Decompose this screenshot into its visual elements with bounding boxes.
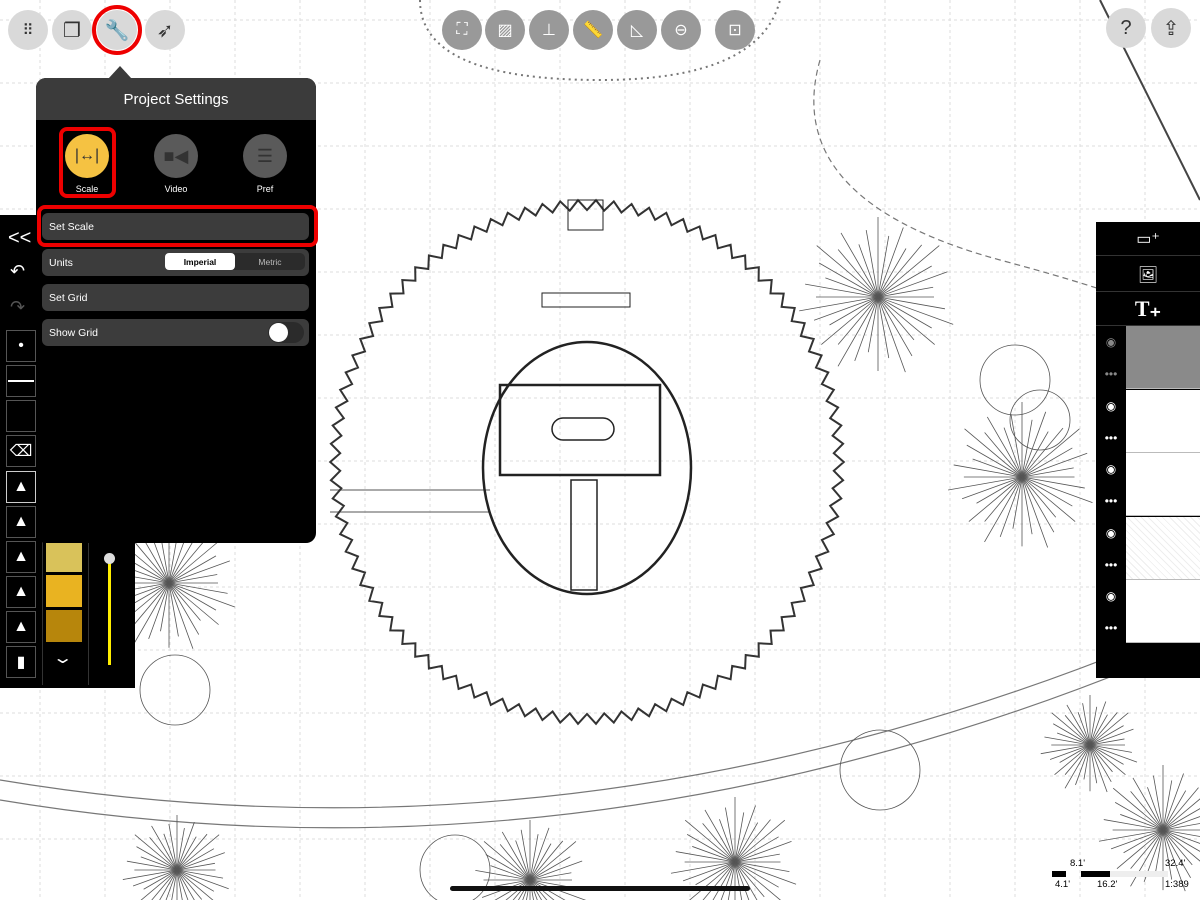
settings-highlight [92, 5, 142, 55]
eraser-icon[interactable]: ⌫ [6, 435, 36, 467]
undo-icon[interactable]: ↶ [10, 261, 25, 282]
set-square-button[interactable]: ◺ [617, 10, 657, 50]
axis-button[interactable]: ⊥ [529, 10, 569, 50]
grid-back-icon: ⠿ [22, 22, 34, 39]
video-label: Video [164, 184, 188, 194]
scale-bar: 8.1' 32.4' 4.1' 16.2' 1:389 [1050, 858, 1200, 894]
add-text-icon: T₊ [1134, 295, 1162, 321]
share-icon: ⇪ [1162, 17, 1180, 40]
pref-label: Pref [256, 184, 274, 194]
circle-minus-icon: ⊖ [674, 22, 688, 39]
home-indicator [450, 886, 750, 891]
help-button[interactable]: ? [1106, 8, 1146, 48]
shape-button[interactable]: ⊖ [661, 10, 701, 50]
pencil-tool-icon[interactable]: ▲ [6, 506, 36, 538]
units-row: Units Imperial Metric [42, 249, 309, 276]
list-icon: ☰ [243, 134, 287, 178]
eye-icon[interactable]: ◉ [1096, 580, 1126, 611]
chevron-down-icon[interactable]: ⌄ [52, 648, 73, 668]
grid-menu-button[interactable]: ⠿ [8, 10, 48, 50]
metric-option[interactable]: Metric [235, 253, 305, 270]
transform-button[interactable]: ⛶ [442, 10, 482, 50]
eye-icon[interactable]: ◉ [1096, 517, 1126, 548]
redo-icon[interactable]: ↷ [10, 297, 25, 318]
hatch-icon: ▨ [497, 22, 513, 39]
line-weight[interactable] [6, 365, 36, 397]
help-icon: ? [1120, 16, 1132, 39]
fill-tool-icon[interactable]: ▮ [6, 646, 36, 678]
color-swatch-2[interactable] [46, 575, 82, 607]
set-grid-row[interactable]: Set Grid [42, 284, 309, 311]
scale-ratio: 1:389 [1165, 879, 1189, 890]
more-icon[interactable]: ••• [1096, 612, 1126, 643]
pref-option[interactable]: ☰ Pref [235, 134, 295, 194]
select-button[interactable]: ➶ [145, 10, 185, 50]
scale-highlight [59, 127, 116, 198]
layer-thumbnail-image [1126, 517, 1200, 580]
eye-icon[interactable]: ◉ [1096, 390, 1126, 421]
set-square-icon: ◺ [630, 22, 644, 39]
highlighter-tool-icon[interactable]: ▲ [6, 576, 36, 608]
set-grid-label: Set Grid [49, 291, 88, 304]
color-swatch-3[interactable] [46, 610, 82, 642]
tree-stamp-icon: ⊡ [728, 22, 742, 39]
layers-panel: ▭⁺ 🖼 T₊ ◉ ••• ◉ ••• ◉ ••• ◉ ••• ◉ ••• [1096, 222, 1200, 678]
hatch-button[interactable]: ▨ [485, 10, 525, 50]
layer-thumbnail [1126, 390, 1200, 453]
units-segmented-control[interactable]: Imperial Metric [165, 253, 305, 270]
video-camera-icon: ■◀ [154, 134, 198, 178]
brush-tool-icon[interactable]: ▲ [6, 611, 36, 643]
eye-icon[interactable]: ◉ [1096, 453, 1126, 484]
layer-thumbnail [1126, 580, 1200, 643]
scale-label: 4.1' [1055, 879, 1071, 890]
brush-size-dot[interactable]: • [6, 330, 36, 362]
transform-icon: ⛶ [456, 21, 468, 38]
add-page-icon: ▭⁺ [1136, 230, 1160, 248]
stacked-windows-icon: ❐ [63, 19, 81, 42]
pages-button[interactable]: ❐ [52, 10, 92, 50]
layer-1[interactable]: ◉ ••• [1096, 326, 1200, 389]
layer-5[interactable]: ◉ ••• [1096, 580, 1200, 643]
units-label: Units [49, 256, 73, 269]
axis-icon: ⊥ [542, 22, 556, 39]
site-circle [328, 198, 846, 726]
layer-2[interactable]: ◉ ••• [1096, 390, 1200, 453]
more-icon[interactable]: ••• [1096, 422, 1126, 453]
add-image-button[interactable]: 🖼 [1096, 258, 1200, 292]
scale-label: 16.2' [1097, 879, 1118, 890]
opacity-swatch[interactable] [6, 400, 36, 432]
size-slider-handle[interactable] [104, 553, 115, 564]
ruler-icon: 📏 [583, 22, 603, 39]
popover-title: Project Settings [36, 78, 316, 120]
ruler-button[interactable]: 📏 [573, 10, 613, 50]
marker-tool-icon[interactable]: ▲ [6, 541, 36, 573]
add-image-icon: 🖼 [1137, 266, 1159, 284]
share-button[interactable]: ⇪ [1151, 8, 1191, 48]
show-grid-label: Show Grid [49, 326, 99, 339]
color-swatch-1[interactable] [46, 540, 82, 572]
layer-4[interactable]: ◉ ••• [1096, 517, 1200, 580]
imperial-option[interactable]: Imperial [165, 253, 235, 270]
show-grid-toggle[interactable] [268, 322, 304, 343]
pen-tool-icon[interactable]: ▲ [6, 471, 36, 503]
set-scale-highlight [37, 205, 318, 247]
eye-icon[interactable]: ◉ [1096, 326, 1126, 357]
more-icon[interactable]: ••• [1096, 485, 1126, 516]
layer-thumbnail [1126, 326, 1200, 389]
more-icon[interactable]: ••• [1096, 549, 1126, 580]
collapse-button[interactable]: << [8, 227, 31, 250]
show-grid-row: Show Grid [42, 319, 309, 346]
stamp-button[interactable]: ⊡ [715, 10, 755, 50]
video-option[interactable]: ■◀ Video [146, 134, 206, 194]
more-icon[interactable]: ••• [1096, 358, 1126, 389]
layer-3[interactable]: ◉ ••• [1096, 453, 1200, 516]
lasso-arrow-icon: ➶ [156, 19, 174, 42]
add-page-button[interactable]: ▭⁺ [1096, 222, 1200, 256]
add-text-button[interactable]: T₊ [1096, 292, 1200, 326]
layer-thumbnail [1126, 453, 1200, 516]
scale-label: 32.4' [1165, 858, 1186, 869]
size-slider[interactable] [108, 558, 111, 665]
scale-label: 8.1' [1070, 858, 1086, 869]
